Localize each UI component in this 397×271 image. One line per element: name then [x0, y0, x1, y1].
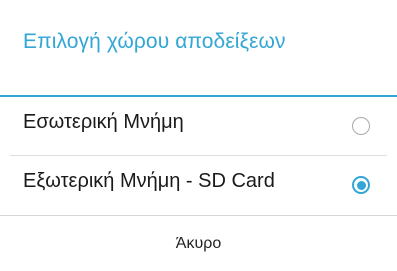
radio-dot: [356, 180, 366, 190]
dialog-title: Επιλογή χώρου αποδείξεων: [23, 30, 286, 53]
radio-button-checked[interactable]: [352, 176, 370, 194]
option-internal-memory[interactable]: Εσωτερική Μνήμη: [0, 97, 397, 155]
option-label: Εσωτερική Μνήμη: [23, 111, 184, 133]
cancel-button[interactable]: Άκυρο: [0, 216, 397, 271]
radio-button-unchecked[interactable]: [352, 117, 370, 135]
storage-location-dialog: Επιλογή χώρου αποδείξεων Εσωτερική Μνήμη…: [0, 0, 397, 271]
option-label: Εξωτερική Μνήμη - SD Card: [23, 170, 275, 192]
option-external-memory-sd-card[interactable]: Εξωτερική Μνήμη - SD Card: [0, 156, 397, 214]
